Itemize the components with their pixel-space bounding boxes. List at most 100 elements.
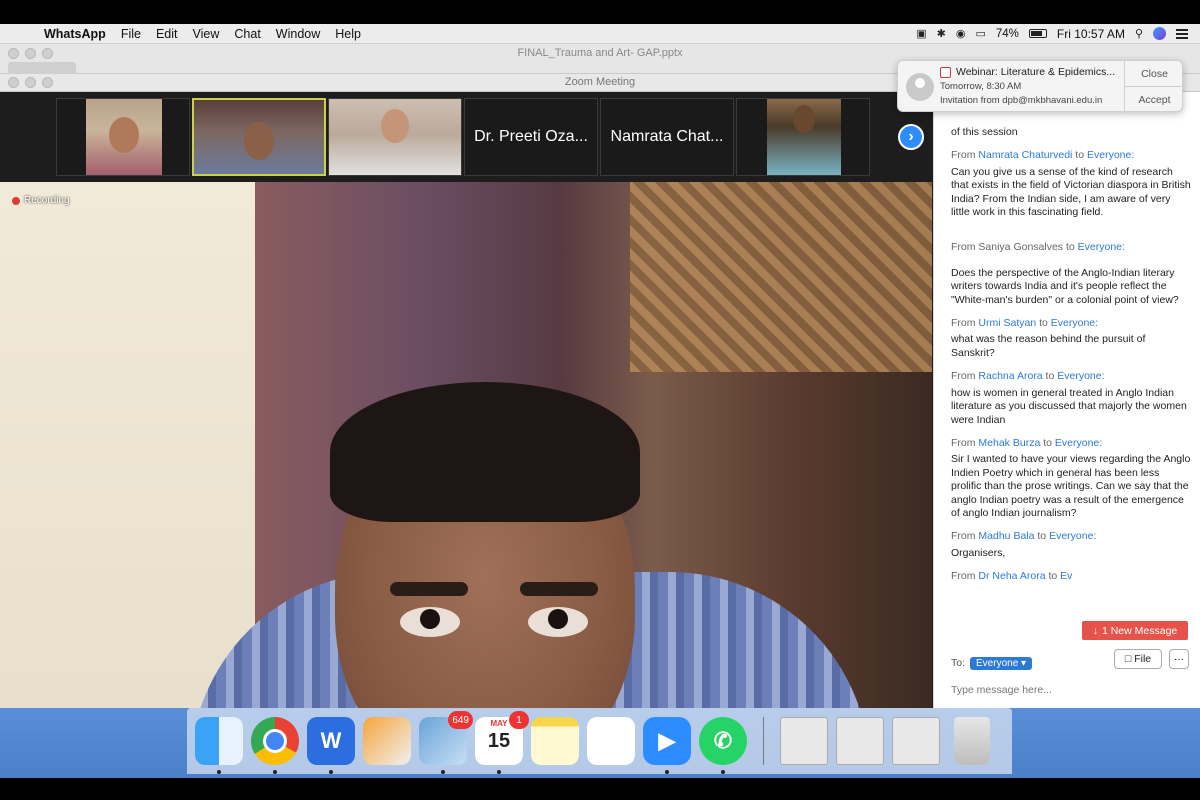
whatsapp-icon[interactable]: ✆ bbox=[699, 717, 747, 774]
close-button[interactable]: Close bbox=[1125, 61, 1184, 87]
zoom-dot-icon[interactable] bbox=[42, 77, 53, 88]
chat-sender[interactable]: Mehak Burza bbox=[978, 437, 1040, 449]
zoom-status-icon[interactable]: ▣ bbox=[916, 27, 926, 40]
file-icon: □ bbox=[1124, 653, 1132, 665]
menu-view[interactable]: View bbox=[193, 27, 220, 41]
chat-sender[interactable]: Urmi Satyan bbox=[978, 317, 1036, 329]
calendar-day: 15 bbox=[487, 729, 511, 752]
clock[interactable]: Fri 10:57 AM bbox=[1057, 27, 1125, 41]
minimized-window-thumbnail[interactable] bbox=[836, 717, 884, 765]
minimize-dot-icon[interactable] bbox=[25, 77, 36, 88]
chat-message: of this session bbox=[951, 126, 1191, 139]
arrow-down-icon: ↓ bbox=[1092, 624, 1098, 637]
chat-message-header: From Dr Neha Arora to Ev bbox=[951, 570, 1073, 583]
spotlight-search-icon[interactable]: ⚲ bbox=[1135, 27, 1143, 40]
trash-icon[interactable] bbox=[954, 717, 990, 765]
chat-sender[interactable]: Dr Neha Arora bbox=[978, 570, 1045, 582]
chat-sender[interactable]: Namrata Chaturvedi bbox=[978, 149, 1072, 161]
participant-tile[interactable] bbox=[56, 98, 190, 176]
chat-message: From Mehak Burza to Everyone: Sir I want… bbox=[951, 437, 1191, 520]
accept-button[interactable]: Accept bbox=[1125, 87, 1184, 113]
reminders-icon[interactable] bbox=[587, 717, 635, 765]
dock: W 649 MAY 15 1 ▶ ✆ bbox=[187, 708, 1012, 774]
user-avatar-icon bbox=[906, 73, 934, 101]
wifi-icon[interactable]: ◉ bbox=[956, 27, 966, 40]
speaker-eye bbox=[528, 607, 588, 637]
chat-message-text: Sir I wanted to have your views regardin… bbox=[951, 453, 1191, 519]
calendar-icon[interactable]: MAY 15 1 bbox=[475, 711, 529, 774]
minimized-window-thumbnail[interactable] bbox=[780, 717, 828, 765]
participant-tile-active[interactable] bbox=[192, 98, 326, 176]
chat-messages[interactable]: of this session From Namrata Chaturvedi … bbox=[951, 126, 1191, 594]
close-dot-icon[interactable] bbox=[8, 77, 19, 88]
running-indicator bbox=[721, 770, 725, 774]
menu-file[interactable]: File bbox=[121, 27, 141, 41]
notification-center-icon[interactable] bbox=[1176, 28, 1188, 39]
chat-sender[interactable]: Rachna Arora bbox=[978, 370, 1042, 382]
chat-recipient[interactable]: Everyone: bbox=[1051, 317, 1098, 329]
running-indicator bbox=[273, 770, 277, 774]
recipient-select[interactable]: Everyone ▾ bbox=[970, 656, 1033, 670]
participant-tile[interactable]: Dr. Preeti Oza... bbox=[464, 98, 598, 176]
chat-recipient[interactable]: Ev bbox=[1060, 570, 1072, 582]
chevron-right-icon: › bbox=[908, 128, 914, 145]
minimized-window-thumbnail[interactable] bbox=[892, 717, 940, 765]
notification-title: Webinar: Literature & Epidemics... bbox=[956, 66, 1116, 78]
recipient-select-value: Everyone bbox=[976, 657, 1019, 669]
chat-message-text: Does the perspective of the Anglo-Indian… bbox=[951, 266, 1179, 306]
participant-tile[interactable]: Namrata Chat... bbox=[600, 98, 734, 176]
menu-window[interactable]: Window bbox=[276, 27, 320, 41]
participant-tile[interactable] bbox=[328, 98, 462, 176]
chrome-icon[interactable] bbox=[251, 717, 299, 774]
menu-edit[interactable]: Edit bbox=[156, 27, 178, 41]
chat-sender[interactable]: Saniya Gonsalves bbox=[978, 241, 1063, 253]
file-button[interactable]: □ File bbox=[1114, 649, 1162, 669]
participant-tile[interactable] bbox=[736, 98, 870, 176]
menu-app-name[interactable]: WhatsApp bbox=[44, 27, 106, 41]
recording-dot-icon bbox=[12, 196, 20, 205]
siri-icon[interactable] bbox=[1153, 27, 1166, 40]
running-indicator bbox=[217, 770, 221, 774]
running-indicator bbox=[329, 770, 333, 774]
chat-message-header: From Rachna Arora to Everyone: bbox=[951, 370, 1105, 383]
menu-chat[interactable]: Chat bbox=[234, 27, 260, 41]
pages-icon[interactable] bbox=[363, 717, 411, 765]
chat-recipient[interactable]: Everyone: bbox=[1055, 437, 1102, 449]
chat-recipient[interactable]: Everyone: bbox=[1087, 149, 1134, 161]
active-speaker-video[interactable] bbox=[0, 182, 932, 708]
chat-message: From Rachna Arora to Everyone: how is wo… bbox=[951, 370, 1191, 427]
chat-message-input[interactable] bbox=[951, 680, 1186, 700]
chat-recipient[interactable]: Everyone: bbox=[1057, 370, 1104, 382]
battery-icon[interactable] bbox=[1028, 29, 1047, 38]
chat-sender[interactable]: Madhu Bala bbox=[978, 530, 1034, 542]
menu-help[interactable]: Help bbox=[335, 27, 361, 41]
calendar-notification[interactable]: Webinar: Literature & Epidemics... Tomor… bbox=[897, 60, 1184, 113]
file-button-label: File bbox=[1134, 653, 1152, 665]
zoom-icon[interactable]: ▶ bbox=[643, 717, 691, 774]
chat-recipient[interactable]: Everyone: bbox=[1078, 241, 1125, 253]
mail-icon[interactable]: 649 bbox=[419, 711, 473, 774]
chat-recipient[interactable]: Everyone: bbox=[1049, 530, 1096, 542]
chat-message: From Dr Neha Arora to Ev bbox=[951, 570, 1191, 583]
background-window-tab[interactable] bbox=[8, 62, 76, 74]
chat-message-text: what was the reason behind the pursuit o… bbox=[951, 333, 1146, 359]
battery-percent[interactable]: 74% bbox=[996, 28, 1019, 40]
calendar-month: MAY bbox=[490, 719, 508, 728]
recording-indicator: Recording bbox=[12, 195, 70, 206]
more-options-button[interactable]: ··· bbox=[1169, 649, 1189, 669]
airplay-icon[interactable]: ▭ bbox=[975, 27, 985, 40]
new-message-button[interactable]: ↓ 1 New Message bbox=[1082, 621, 1188, 640]
finder-icon[interactable] bbox=[195, 717, 243, 774]
caret-down-icon: ▾ bbox=[1021, 657, 1027, 669]
calendar-badge: 1 bbox=[509, 711, 529, 729]
screen: { "menubar": { "app": "WhatsApp", "items… bbox=[0, 0, 1200, 800]
new-message-label: 1 New Message bbox=[1101, 624, 1178, 637]
wps-office-icon[interactable]: W bbox=[307, 717, 355, 774]
notes-icon[interactable] bbox=[531, 717, 579, 765]
chat-message-header: From Urmi Satyan to Everyone: bbox=[951, 317, 1099, 330]
bluetooth-icon[interactable]: ✱ bbox=[937, 27, 946, 40]
chat-message: From Madhu Bala to Everyone: Organisers, bbox=[951, 530, 1191, 560]
chat-message: From Urmi Satyan to Everyone: what was t… bbox=[951, 317, 1191, 360]
chat-message-text: Organisers, bbox=[951, 546, 1006, 559]
next-participants-button[interactable]: › bbox=[898, 124, 924, 150]
